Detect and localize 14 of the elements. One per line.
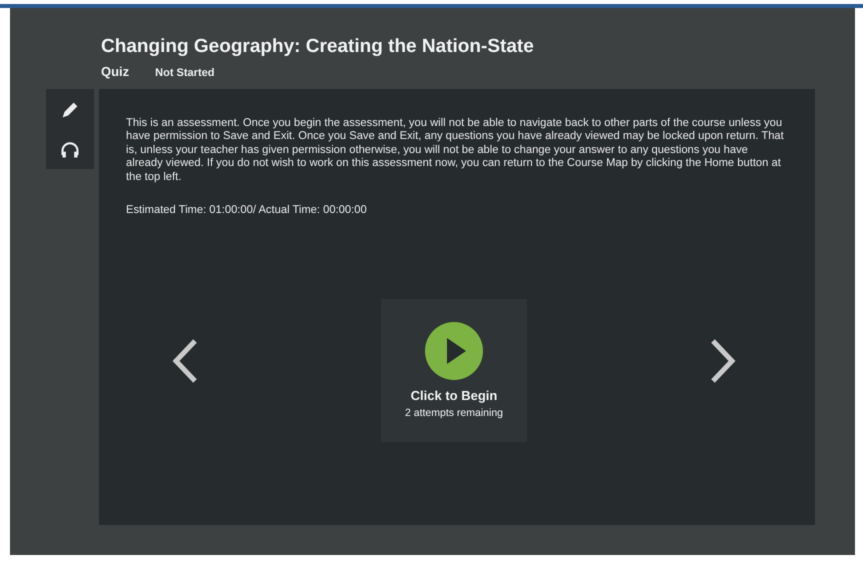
attempts-text: 2 attempts remaining — [404, 407, 504, 420]
previous-button[interactable] — [171, 338, 199, 384]
status-label: Not Started — [155, 67, 214, 79]
chevron-right-icon — [709, 338, 737, 384]
quiz-title: Changing Geography: Creating the Nation-State — [101, 36, 535, 58]
time-text: Estimated Time: 01:00:00/ Actual Time: 00:00:00 — [126, 204, 368, 216]
instructions-text: This is an assessment. Once you begin the assessment, you will not be able to navigate back to other parts of the course unless you have permission to Save and Exit. Once you Save and Exit, any questions you have already viewed may be locked upon return. That is, unless your teacher has given permission otherwise, you will not be able to change your answer to any questions you have already viewed. If you do not wish to work on this assessment now, you can return to the Course Map by clicking the Home button at the top left. — [126, 117, 785, 184]
begin-button[interactable]: Click to Begin 2 attempts remaining — [381, 299, 527, 442]
play-icon — [425, 322, 483, 380]
next-button[interactable] — [709, 338, 737, 384]
headphones-icon — [60, 140, 80, 160]
headphones-tool-button[interactable] — [60, 140, 80, 160]
chevron-left-icon — [171, 338, 199, 384]
activity-type: Quiz — [101, 64, 130, 79]
